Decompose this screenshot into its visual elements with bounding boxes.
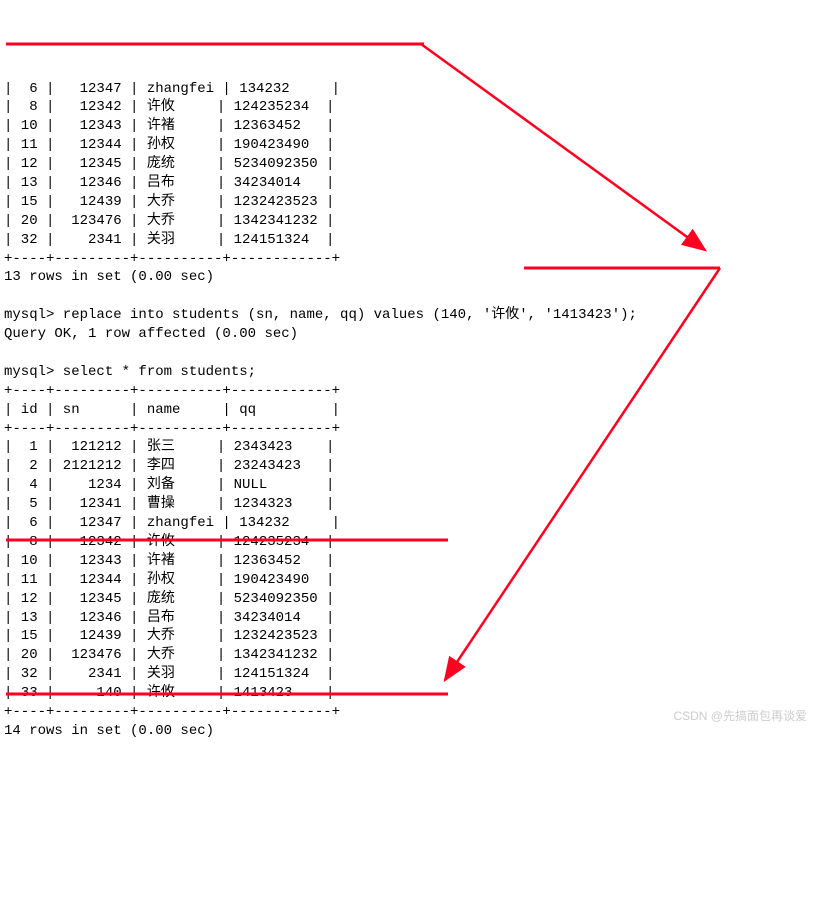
- terminal-output: | 6 | 12347 | zhangfei | 134232 | | 8 | …: [4, 80, 833, 741]
- csdn-watermark: CSDN @先搞面包再谈爱: [673, 708, 807, 724]
